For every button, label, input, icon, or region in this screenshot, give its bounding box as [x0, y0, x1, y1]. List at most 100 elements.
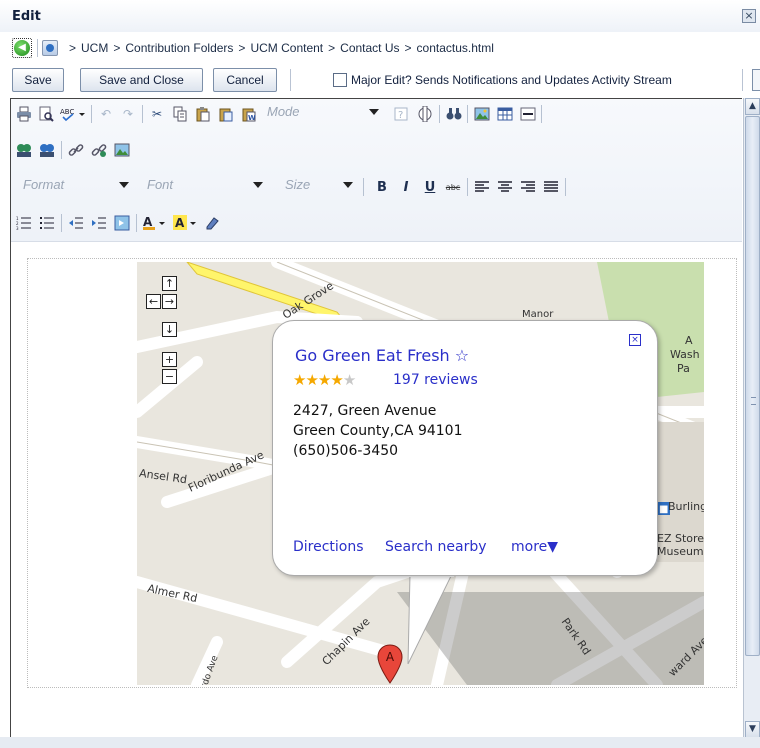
- blockquote-icon[interactable]: [113, 214, 131, 232]
- align-right-icon[interactable]: [519, 178, 537, 196]
- breadcrumb-separator: >: [113, 41, 121, 55]
- bulleted-list-icon[interactable]: [38, 214, 56, 232]
- star-empty-icon: ★: [342, 371, 356, 389]
- breadcrumb-path: > UCM > Contribution Folders > UCM Content > Co…: [64, 41, 494, 55]
- star-outline-icon[interactable]: ☆: [455, 346, 469, 365]
- star-filled-icon: ★: [293, 371, 306, 389]
- image-icon[interactable]: [473, 105, 491, 123]
- more-link[interactable]: more▼: [511, 539, 558, 555]
- svg-text:A: A: [143, 215, 153, 229]
- poi-label: Pa: [677, 362, 690, 375]
- pan-up-button[interactable]: ↑: [162, 276, 177, 291]
- cut-icon[interactable]: ✂: [148, 105, 166, 123]
- indent-icon[interactable]: [90, 214, 108, 232]
- background-color-icon[interactable]: A: [173, 214, 199, 232]
- italic-button[interactable]: I: [397, 178, 415, 196]
- chevron-down-icon: [119, 182, 129, 188]
- unlink-icon[interactable]: [90, 141, 108, 159]
- print-icon[interactable]: [15, 105, 33, 123]
- eraser-icon[interactable]: [203, 214, 221, 232]
- major-edit-checkbox[interactable]: [333, 73, 347, 87]
- paste-icon[interactable]: [194, 105, 212, 123]
- breadcrumb-item-contact-us[interactable]: Contact Us: [340, 41, 399, 55]
- scroll-up-icon[interactable]: ▲: [745, 98, 760, 115]
- editor-scrollbar[interactable]: ▲ ▼: [743, 98, 760, 738]
- source-icon[interactable]: [416, 105, 434, 123]
- scrollbar-thumb[interactable]: [745, 116, 760, 656]
- toolbar-row-2: [11, 135, 742, 165]
- breadcrumb: ◀ > UCM > Contribution Folders > UCM Content >…: [0, 34, 760, 62]
- mode-dropdown-label: Mode: [267, 104, 300, 119]
- horizontal-rule-icon[interactable]: [519, 105, 537, 123]
- preview-icon[interactable]: [37, 105, 55, 123]
- breadcrumb-item-ucm-content[interactable]: UCM Content: [250, 41, 323, 55]
- pan-right-button[interactable]: →: [162, 294, 177, 309]
- scroll-down-icon[interactable]: ▼: [745, 721, 760, 738]
- pan-left-button[interactable]: ←: [146, 294, 161, 309]
- numbered-list-icon[interactable]: 123: [15, 214, 33, 232]
- editor-toolbar: ABC ↶ ↷ ✂ W Mode ? Format Font Size B I …: [11, 99, 742, 242]
- copy-icon[interactable]: [171, 105, 189, 123]
- align-left-icon[interactable]: [473, 178, 491, 196]
- justify-icon[interactable]: [542, 178, 560, 196]
- cancel-button[interactable]: Cancel: [213, 68, 277, 92]
- find-icon[interactable]: [445, 105, 463, 123]
- mode-dropdown[interactable]: Mode: [267, 104, 379, 124]
- spellcheck-icon[interactable]: ABC: [60, 105, 86, 123]
- breadcrumb-item-contribution-folders[interactable]: Contribution Folders: [125, 41, 233, 55]
- redo-icon[interactable]: ↷: [119, 105, 137, 123]
- site-icon[interactable]: [42, 40, 58, 56]
- insert-widget-icon[interactable]: [38, 141, 56, 159]
- toolbar-separator: [565, 178, 566, 196]
- chevron-down-icon: [253, 182, 263, 188]
- more-actions-button[interactable]: [752, 69, 760, 91]
- outdent-icon[interactable]: [67, 214, 85, 232]
- breadcrumb-separator: >: [69, 41, 77, 55]
- align-center-icon[interactable]: [496, 178, 514, 196]
- size-dropdown[interactable]: Size: [285, 177, 353, 197]
- underline-button[interactable]: U: [421, 178, 439, 196]
- table-icon[interactable]: [496, 105, 514, 123]
- breadcrumb-item-ucm[interactable]: UCM: [81, 41, 108, 55]
- save-button[interactable]: Save: [12, 68, 64, 92]
- text-color-icon[interactable]: A: [142, 214, 168, 232]
- close-icon[interactable]: ×: [742, 9, 756, 23]
- reviews-link[interactable]: 197 reviews: [393, 372, 478, 388]
- toolbar-separator: [742, 69, 743, 91]
- breadcrumb-item-current-file: contactus.html: [416, 41, 494, 55]
- place-name-text[interactable]: Go Green Eat Fresh: [295, 346, 450, 365]
- directions-link[interactable]: Directions: [293, 539, 364, 555]
- undo-icon[interactable]: ↶: [97, 105, 115, 123]
- bold-button[interactable]: B: [373, 178, 391, 196]
- toolbar-separator: [91, 105, 92, 123]
- chevron-down-icon: [343, 182, 353, 188]
- major-edit-label: Major Edit? Sends Notifications and Upda…: [351, 73, 672, 87]
- address-line-1: 2427, Green Avenue: [293, 403, 437, 419]
- toolbar-row-1: ABC ↶ ↷ ✂ W Mode ?: [11, 99, 742, 129]
- poi-label: Burling: [668, 500, 704, 513]
- insert-form-icon[interactable]: [15, 141, 33, 159]
- link-icon[interactable]: [67, 141, 85, 159]
- pan-down-button[interactable]: ↓: [162, 322, 177, 337]
- close-info-window-icon[interactable]: ×: [629, 334, 641, 346]
- star-filled-icon: ★: [305, 371, 318, 389]
- font-dropdown[interactable]: Font: [147, 177, 263, 197]
- toolbar-separator: [61, 214, 62, 232]
- back-button[interactable]: ◀: [12, 38, 32, 58]
- insert-image-icon[interactable]: [113, 141, 131, 159]
- search-nearby-link[interactable]: Search nearby: [385, 539, 487, 555]
- zoom-out-button[interactable]: −: [162, 369, 177, 384]
- strikethrough-button[interactable]: abc: [444, 178, 462, 196]
- zoom-in-button[interactable]: +: [162, 352, 177, 367]
- place-name[interactable]: Go Green Eat Fresh ☆: [295, 346, 469, 365]
- paste-text-icon[interactable]: [217, 105, 235, 123]
- map-marker-icon[interactable]: A: [377, 644, 403, 684]
- save-and-close-button[interactable]: Save and Close: [80, 68, 203, 92]
- phone-number: (650)506-3450: [293, 443, 399, 459]
- svg-text:?: ?: [398, 110, 403, 121]
- help-icon[interactable]: ?: [392, 105, 410, 123]
- paste-word-icon[interactable]: W: [240, 105, 258, 123]
- format-dropdown-label: Format: [23, 177, 65, 192]
- breadcrumb-separator: >: [404, 41, 412, 55]
- format-dropdown[interactable]: Format: [23, 177, 129, 197]
